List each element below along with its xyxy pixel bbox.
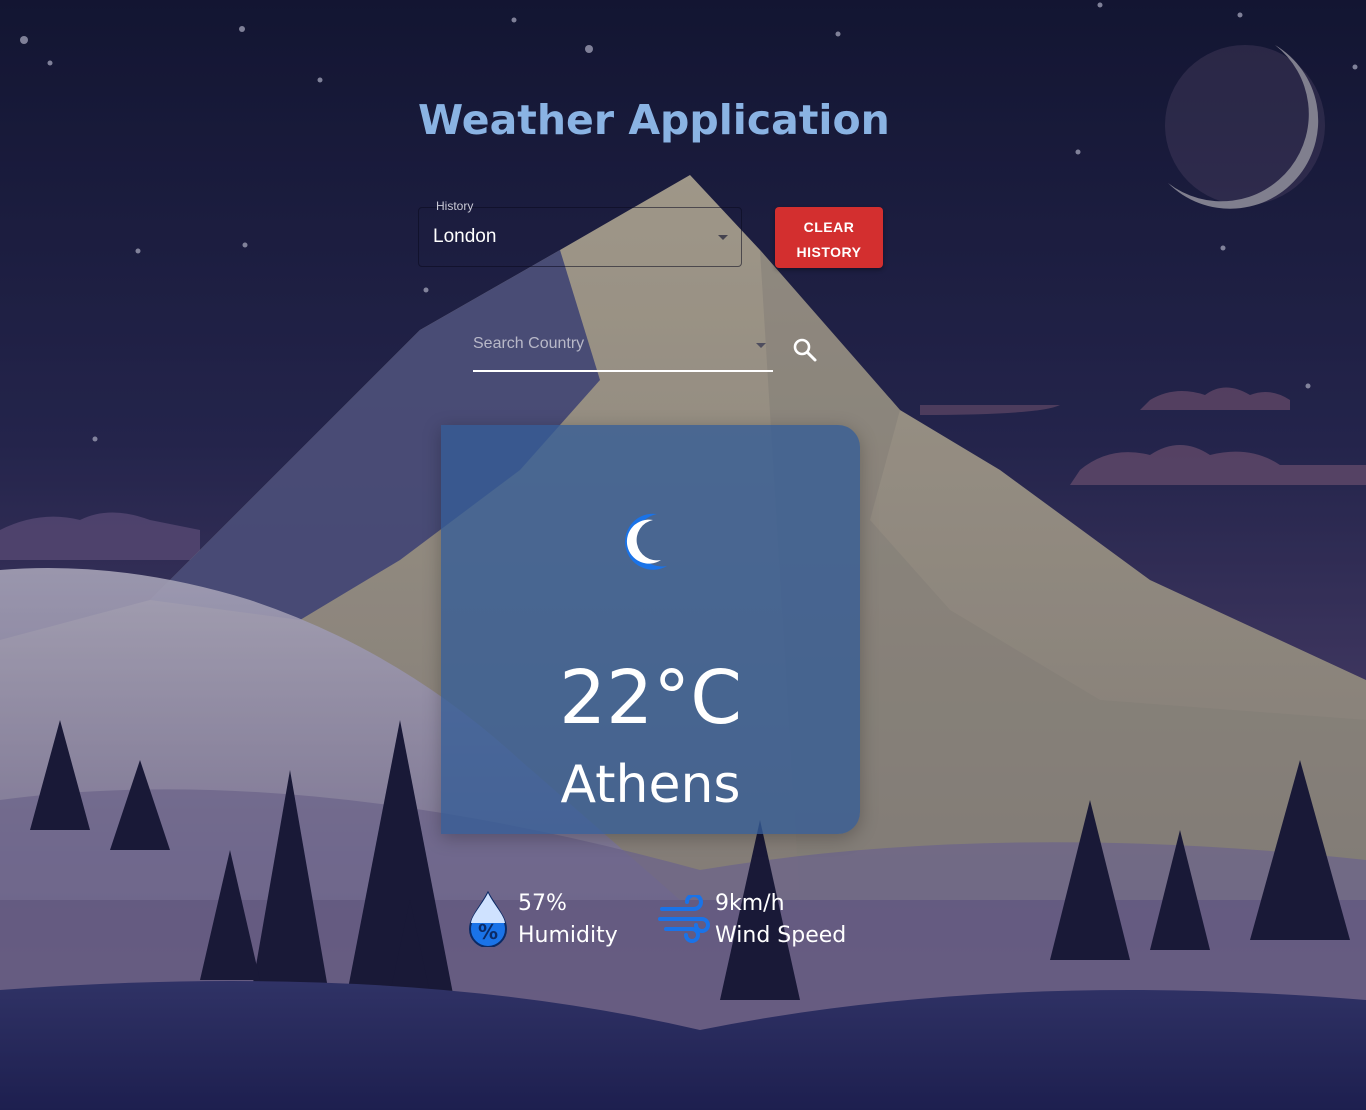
clear-history-label-line1: CLEAR — [803, 218, 855, 235]
page-title: Weather Application — [418, 96, 890, 144]
humidity-label: Humidity — [518, 923, 618, 948]
wind-icon — [658, 895, 710, 943]
city-name: Athens — [560, 755, 741, 815]
clear-history-label-line2: HISTORY — [796, 243, 862, 260]
humidity-drop-icon: % — [468, 891, 508, 947]
search-button[interactable] — [788, 333, 822, 367]
humidity-value: 57% — [518, 891, 567, 916]
history-label: History — [436, 199, 474, 213]
wind-speed-label: Wind Speed — [715, 923, 847, 948]
history-dropdown-arrow-icon[interactable] — [718, 235, 728, 240]
crescent-moon-icon — [625, 513, 667, 570]
svg-text:%: % — [478, 920, 498, 944]
wind-speed-value: 9km/h — [715, 891, 785, 916]
search-icon — [793, 338, 817, 362]
search-dropdown-arrow-icon[interactable] — [756, 343, 766, 348]
search-country-input[interactable] — [473, 318, 773, 372]
header: Weather Application — [418, 96, 890, 144]
temperature: 22°C — [559, 655, 742, 741]
clear-history-button[interactable]: CLEAR HISTORY — [775, 207, 883, 268]
history-selected-value[interactable]: London — [433, 226, 496, 248]
